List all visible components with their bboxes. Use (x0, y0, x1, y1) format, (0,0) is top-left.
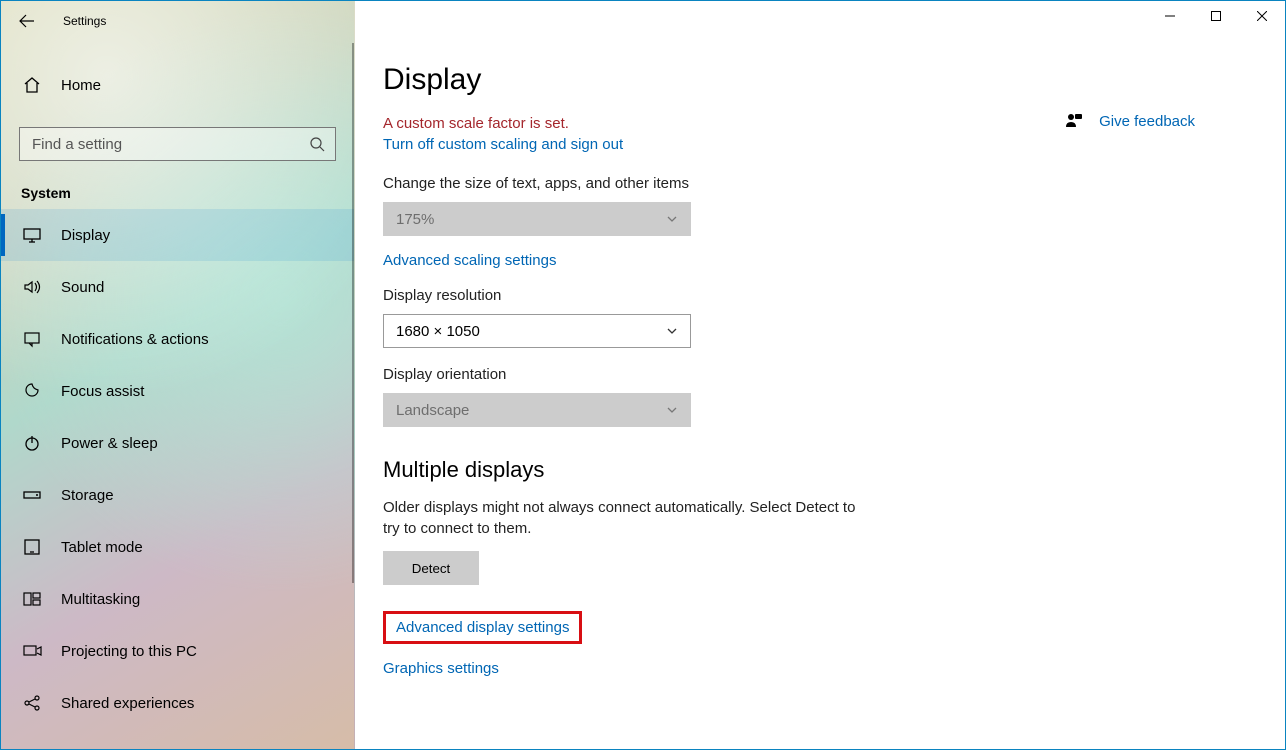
scale-label: Change the size of text, apps, and other… (383, 175, 943, 192)
search-icon (309, 136, 325, 152)
sidebar-item-projecting[interactable]: Projecting to this PC (1, 625, 354, 677)
sidebar-home-label: Home (61, 77, 101, 94)
sidebar-item-label: Multitasking (61, 591, 140, 608)
sidebar-item-notifications[interactable]: Notifications & actions (1, 313, 354, 365)
sidebar-scrollbar[interactable] (352, 43, 354, 583)
multitasking-icon (21, 588, 43, 610)
chevron-down-icon (666, 404, 678, 416)
close-button[interactable] (1239, 1, 1285, 31)
feedback-link[interactable]: Give feedback (1063, 111, 1195, 131)
sidebar-item-label: Power & sleep (61, 435, 158, 452)
search-input[interactable] (30, 135, 309, 154)
sidebar-item-shared[interactable]: Shared experiences (1, 677, 354, 729)
feedback-icon (1063, 111, 1083, 131)
resolution-combobox[interactable]: 1680 × 1050 (383, 314, 691, 348)
sidebar-item-display[interactable]: Display (1, 209, 354, 261)
display-icon (21, 224, 43, 246)
sidebar-item-label: Tablet mode (61, 539, 143, 556)
storage-icon (21, 484, 43, 506)
titlebar: Settings (1, 1, 354, 41)
resolution-value: 1680 × 1050 (396, 323, 480, 340)
resolution-label: Display resolution (383, 287, 943, 304)
notifications-icon (21, 328, 43, 350)
advanced-display-link[interactable]: Advanced display settings (396, 619, 569, 636)
window-title: Settings (63, 14, 106, 28)
graphics-settings-link[interactable]: Graphics settings (383, 660, 943, 677)
advanced-scaling-link[interactable]: Advanced scaling settings (383, 252, 943, 269)
sidebar-item-label: Shared experiences (61, 695, 194, 712)
home-icon (21, 74, 43, 96)
sidebar-item-multitasking[interactable]: Multitasking (1, 573, 354, 625)
sidebar-item-label: Focus assist (61, 383, 144, 400)
arrow-left-icon (19, 13, 35, 29)
back-button[interactable] (13, 5, 49, 37)
minimize-icon (1165, 11, 1175, 21)
orientation-combobox: Landscape (383, 393, 691, 427)
power-icon (21, 432, 43, 454)
sidebar-item-focus-assist[interactable]: Focus assist (1, 365, 354, 417)
sidebar-item-label: Display (61, 227, 110, 244)
sidebar-home[interactable]: Home (1, 61, 354, 109)
sidebar-item-label: Storage (61, 487, 114, 504)
scale-value: 175% (396, 211, 434, 228)
focus-assist-icon (21, 380, 43, 402)
sidebar-nav: Display Sound Notifications & actions Fo… (1, 209, 354, 729)
sidebar-item-label: Notifications & actions (61, 331, 209, 348)
turn-off-scaling-link[interactable]: Turn off custom scaling and sign out (383, 136, 943, 153)
advanced-display-highlight: Advanced display settings (383, 611, 582, 644)
sidebar-item-label: Sound (61, 279, 104, 296)
sidebar-category: System (21, 185, 354, 201)
maximize-icon (1211, 11, 1221, 21)
feedback-label: Give feedback (1099, 113, 1195, 130)
search-box[interactable] (19, 127, 336, 161)
scale-combobox: 175% (383, 202, 691, 236)
maximize-button[interactable] (1193, 1, 1239, 31)
sidebar-item-storage[interactable]: Storage (1, 469, 354, 521)
sidebar-item-power[interactable]: Power & sleep (1, 417, 354, 469)
multiple-displays-desc: Older displays might not always connect … (383, 497, 873, 539)
sound-icon (21, 276, 43, 298)
chevron-down-icon (666, 213, 678, 225)
minimize-button[interactable] (1147, 1, 1193, 31)
window-controls (1147, 1, 1285, 31)
sidebar: Settings Home System Display Sound (1, 1, 355, 749)
scale-warning: A custom scale factor is set. (383, 115, 943, 132)
content-pane: Give feedback Display A custom scale fac… (355, 1, 1285, 749)
tablet-icon (21, 536, 43, 558)
multiple-displays-heading: Multiple displays (383, 457, 943, 483)
shared-icon (21, 692, 43, 714)
sidebar-item-label: Projecting to this PC (61, 643, 197, 660)
projecting-icon (21, 640, 43, 662)
page-title: Display (383, 63, 1285, 97)
detect-button[interactable]: Detect (383, 551, 479, 585)
sidebar-item-sound[interactable]: Sound (1, 261, 354, 313)
orientation-label: Display orientation (383, 366, 943, 383)
chevron-down-icon (666, 325, 678, 337)
sidebar-item-tablet[interactable]: Tablet mode (1, 521, 354, 573)
orientation-value: Landscape (396, 402, 469, 419)
close-icon (1257, 11, 1267, 21)
